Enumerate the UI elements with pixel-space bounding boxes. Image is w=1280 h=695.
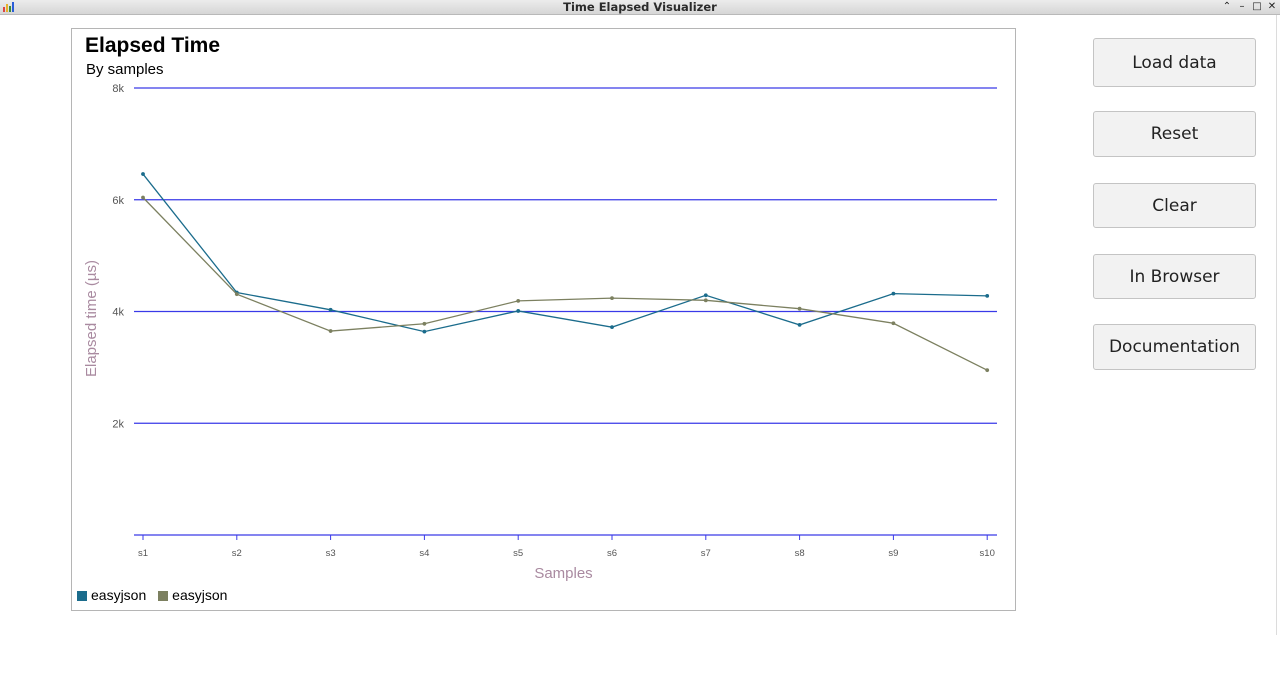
- data-point: [985, 368, 990, 373]
- y-tick-label: 8k: [112, 83, 124, 95]
- chart-legend: easyjson easyjson: [77, 586, 235, 603]
- x-tick-label: s3: [326, 548, 336, 559]
- data-point: [516, 309, 521, 313]
- legend-item-series-1[interactable]: easyjson: [77, 587, 146, 603]
- data-point: [703, 293, 708, 298]
- y-axis-label: Elapsed time (µs): [83, 260, 100, 377]
- data-point: [891, 291, 896, 296]
- x-tick-label: s7: [701, 548, 711, 559]
- x-tick-label: s2: [232, 548, 242, 559]
- window-title: Time Elapsed Visualizer: [563, 0, 717, 14]
- close-window-icon[interactable]: ✕: [1265, 0, 1279, 14]
- legend-swatch: [158, 591, 169, 602]
- x-tick-label: s4: [419, 548, 429, 559]
- x-tick-label: s6: [607, 548, 617, 559]
- reset-button[interactable]: Reset: [1093, 111, 1256, 157]
- chart-title: Elapsed Time: [85, 34, 221, 57]
- data-point: [610, 296, 614, 300]
- data-point: [422, 321, 427, 326]
- load-data-button[interactable]: Load data: [1093, 38, 1256, 87]
- data-point: [328, 307, 333, 312]
- in-browser-button[interactable]: In Browser: [1093, 254, 1256, 299]
- legend-swatch: [77, 591, 87, 602]
- series-line-1: [142, 173, 988, 333]
- x-tick-label: s5: [513, 548, 523, 559]
- y-tick-label: 4k: [112, 307, 124, 319]
- data-point: [141, 195, 145, 200]
- data-point: [328, 329, 333, 333]
- data-point: [610, 325, 614, 330]
- data-point: [797, 306, 802, 311]
- window-titlebar: Time Elapsed Visualizer ⌃ – □ ✕: [0, 0, 1280, 15]
- data-point: [422, 329, 427, 334]
- clear-button[interactable]: Clear: [1093, 183, 1256, 228]
- y-tick-label: 6k: [112, 195, 124, 207]
- maximize-window-icon[interactable]: □: [1250, 0, 1264, 14]
- series-line-2: [142, 197, 988, 371]
- window-edge: [1276, 15, 1277, 635]
- data-point: [797, 323, 802, 327]
- x-tick-label: s9: [888, 548, 898, 559]
- chart-subtitle: By samples: [86, 61, 164, 78]
- x-tick-label: s8: [795, 548, 805, 559]
- data-point: [703, 298, 708, 303]
- data-point: [985, 293, 990, 298]
- data-point: [516, 298, 521, 303]
- data-point: [891, 321, 896, 326]
- data-point: [141, 172, 145, 176]
- x-tick-label: s10: [980, 548, 995, 559]
- x-axis-label: Samples: [534, 565, 592, 582]
- elapsed-time-chart: 2k 4k 6k 8k s1 s2 s3 s4 s5 s6 s7 s8 s9 s10 Samples Elap…: [83, 83, 997, 582]
- legend-item-series-2[interactable]: easyjson: [158, 587, 227, 603]
- legend-label: easyjson: [91, 587, 147, 604]
- minimize-window-icon[interactable]: –: [1235, 0, 1249, 14]
- chart-panel: 2k 4k 6k 8k s1 s2 s3 s4 s5 s6 s7 s8 s9 s10 Samples Elap…: [71, 28, 1016, 611]
- x-tick-label: s1: [138, 548, 148, 559]
- data-point: [234, 292, 239, 297]
- y-tick-label: 2k: [112, 418, 124, 430]
- shade-window-icon[interactable]: ⌃: [1220, 0, 1234, 14]
- documentation-button[interactable]: Documentation: [1093, 324, 1256, 370]
- legend-label: easyjson: [172, 587, 228, 604]
